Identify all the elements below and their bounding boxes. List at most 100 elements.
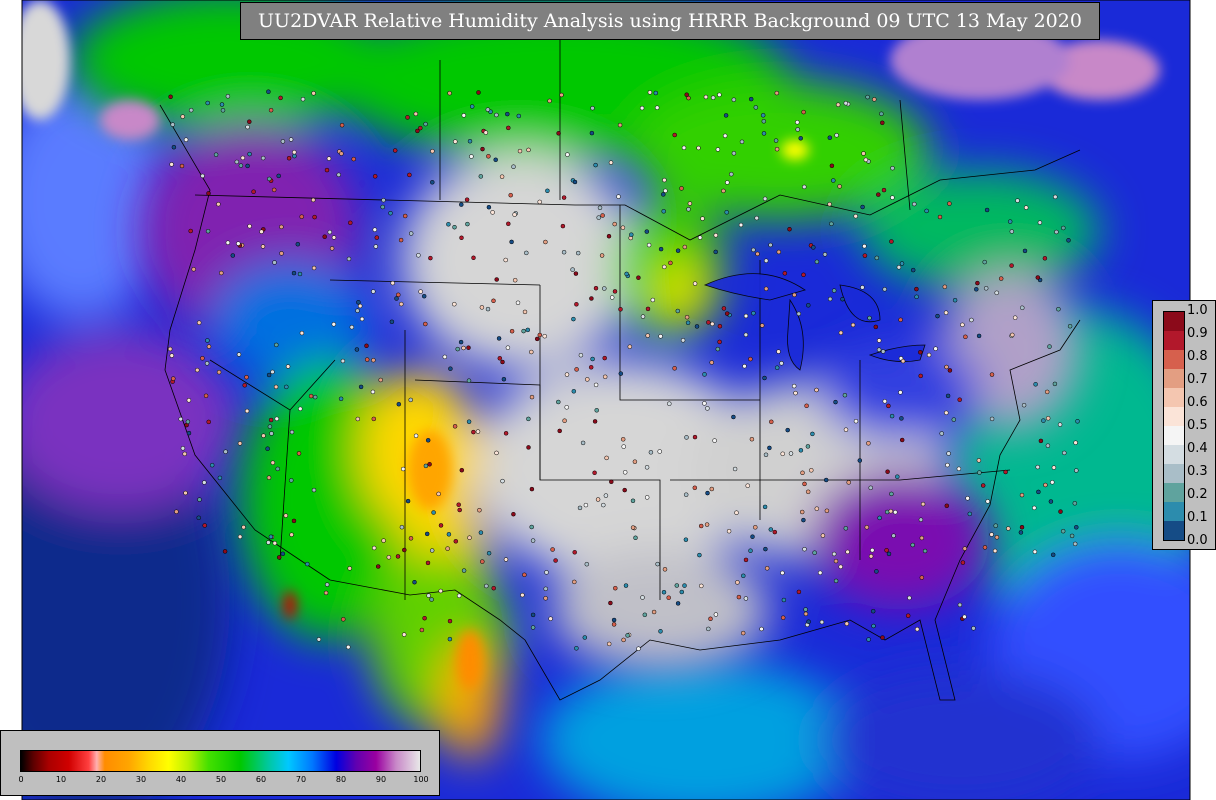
station-dot — [655, 561, 660, 567]
station-dot — [661, 209, 666, 214]
station-dot — [799, 509, 805, 515]
station-dot — [1075, 419, 1080, 424]
station-dot — [857, 458, 863, 463]
station-dot — [604, 455, 609, 461]
station-dot — [508, 192, 513, 198]
station-dot — [874, 569, 879, 574]
station-dot — [1060, 528, 1066, 534]
station-dot — [918, 373, 923, 379]
station-dot — [188, 107, 194, 113]
station-dot — [768, 242, 773, 248]
station-dot — [272, 540, 278, 546]
station-dot — [421, 293, 427, 299]
station-dot — [776, 349, 781, 354]
station-dot — [782, 271, 788, 276]
station-dot — [924, 208, 929, 214]
obs-colorbar-tick: 0.3 — [1187, 464, 1208, 479]
station-dot — [844, 621, 850, 626]
station-dot — [751, 310, 756, 316]
station-dot — [982, 545, 988, 550]
station-dot — [860, 204, 865, 210]
station-dot — [196, 320, 202, 325]
station-dot — [237, 441, 243, 446]
station-dot — [467, 535, 472, 540]
station-dot — [396, 292, 401, 298]
station-dot — [399, 524, 405, 530]
station-dot — [478, 530, 484, 535]
station-dot — [592, 470, 597, 476]
station-dot — [292, 153, 297, 159]
station-dot — [583, 502, 589, 508]
station-dot — [280, 139, 286, 144]
station-dot — [684, 92, 689, 97]
station-dot — [348, 220, 353, 226]
station-dot — [755, 251, 760, 257]
station-dot — [506, 221, 511, 227]
station-dot — [853, 418, 859, 424]
station-dot — [168, 94, 173, 100]
station-dot — [289, 429, 295, 435]
station-dot — [919, 535, 925, 541]
station-dot — [486, 204, 492, 210]
station-dot — [381, 538, 386, 543]
station-dot — [882, 399, 888, 404]
station-dot — [845, 549, 850, 555]
station-dot — [662, 264, 667, 270]
station-dot — [1069, 533, 1075, 539]
station-dot — [564, 405, 569, 410]
obs-colorbar-gradient — [1163, 311, 1185, 541]
station-dot — [630, 498, 636, 504]
station-dot — [810, 431, 815, 437]
station-dot — [827, 296, 833, 302]
station-dot — [698, 523, 704, 529]
station-dot — [969, 317, 974, 323]
obs-colorbar: 1.0 0.9 0.8 0.7 0.6 0.5 0.4 0.3 0.2 0.1 0.0 — [1152, 300, 1216, 550]
station-dot — [327, 229, 333, 235]
station-dot — [503, 431, 509, 436]
station-dot — [394, 296, 399, 301]
station-dot — [461, 568, 467, 573]
station-dot — [888, 508, 894, 514]
station-dot — [672, 366, 677, 371]
station-dot — [822, 252, 828, 257]
station-dot — [774, 146, 780, 152]
rh-colorbar-tick: 20 — [95, 775, 107, 784]
station-dot — [814, 506, 820, 511]
station-dot — [976, 458, 982, 463]
station-dot — [331, 235, 337, 240]
station-dot — [761, 119, 767, 124]
station-dot — [471, 255, 476, 261]
station-dot — [346, 644, 351, 650]
station-dot — [412, 579, 417, 585]
station-dot — [402, 547, 407, 553]
station-dot — [213, 152, 219, 157]
station-dot — [653, 90, 659, 96]
station-dot — [914, 294, 919, 300]
station-dot — [571, 389, 577, 394]
station-dot — [1043, 482, 1048, 488]
station-dot — [329, 246, 335, 251]
station-dot — [944, 364, 949, 370]
station-dot — [697, 235, 703, 240]
station-dot — [556, 131, 561, 136]
station-dot — [395, 554, 401, 559]
station-dot — [729, 171, 734, 177]
station-dot — [627, 344, 633, 349]
station-dot — [402, 213, 408, 219]
station-dot — [1073, 440, 1078, 445]
station-dot — [270, 369, 275, 375]
station-dot — [545, 188, 550, 194]
station-dot — [612, 289, 618, 294]
station-dot — [571, 316, 576, 322]
obs-colorbar-tick: 0.2 — [1187, 487, 1208, 502]
station-dot — [574, 646, 579, 651]
station-dot — [874, 255, 880, 261]
station-dot — [831, 288, 837, 293]
station-dot — [276, 173, 281, 179]
station-dot — [408, 231, 414, 236]
station-dot — [750, 534, 755, 539]
station-dot — [819, 619, 825, 625]
station-dot — [1072, 501, 1078, 506]
station-dot — [722, 133, 728, 139]
station-dot — [297, 271, 303, 277]
